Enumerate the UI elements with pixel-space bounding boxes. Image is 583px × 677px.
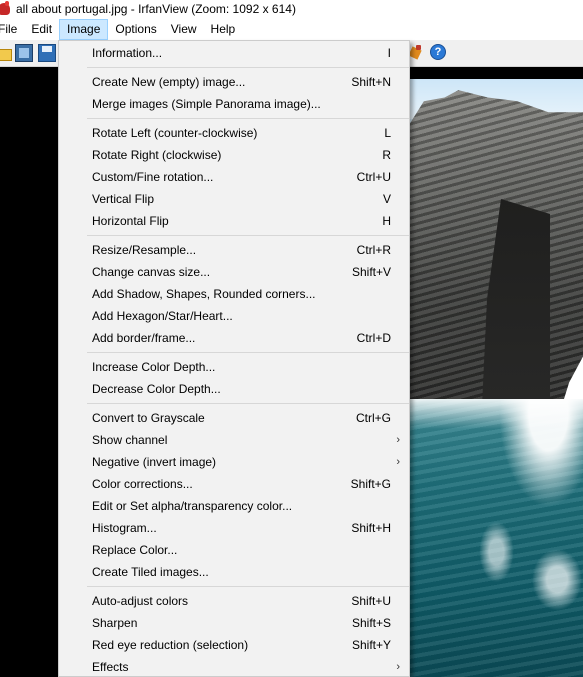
menu-item-shortcut: Shift+S (351, 616, 391, 630)
menu-item-shortcut: Ctrl+D (356, 331, 391, 345)
menu-item-shortcut: Ctrl+G (355, 411, 391, 425)
menu-item-label: Change canvas size... (92, 265, 211, 279)
submenu-arrow-icon: › (396, 434, 400, 446)
menu-edit[interactable]: Edit (24, 19, 59, 40)
menu-item-label: Red eye reduction (selection) (92, 638, 249, 652)
menu-separator (87, 403, 409, 404)
menu-item-decrease-color-depth[interactable]: Decrease Color Depth... (59, 378, 409, 400)
image-menu-dropdown: Information... I Create New (empty) image.… (58, 40, 410, 677)
menu-bar: File Edit Image Options View Help (0, 19, 583, 40)
menu-separator (87, 67, 409, 68)
menu-item-label: Edit or Set alpha/transparency color... (92, 499, 293, 513)
menu-item-label: Add Hexagon/Star/Heart... (92, 309, 233, 323)
menu-item-sharpen[interactable]: Sharpen Shift+S (59, 612, 409, 634)
menu-item-shortcut: I (387, 46, 391, 60)
menu-item-shortcut: H (382, 214, 391, 228)
photo-foam (410, 399, 583, 429)
menu-item-label: Auto-adjust colors (92, 594, 189, 608)
open-folder-icon[interactable] (0, 44, 12, 62)
menu-item-change-canvas-size[interactable]: Change canvas size... Shift+V (59, 261, 409, 283)
menu-item-label: Sharpen (92, 616, 138, 630)
menu-image[interactable]: Image (59, 19, 109, 40)
menu-item-label: Convert to Grayscale (92, 411, 205, 425)
menu-item-horizontal-flip[interactable]: Horizontal Flip H (59, 210, 409, 232)
menu-item-shortcut: Shift+U (351, 594, 391, 608)
menu-item-custom-fine-rotation[interactable]: Custom/Fine rotation... Ctrl+U (59, 166, 409, 188)
menu-help[interactable]: Help (204, 19, 243, 40)
menu-item-shortcut: L (384, 126, 391, 140)
menu-item-shortcut: R (382, 148, 391, 162)
help-icon[interactable]: ? (430, 44, 446, 60)
menu-item-shortcut: Shift+Y (351, 638, 391, 652)
menu-item-convert-to-grayscale[interactable]: Convert to Grayscale Ctrl+G (59, 407, 409, 429)
menu-separator (87, 352, 409, 353)
menu-item-shortcut: V (382, 192, 391, 206)
menu-item-label: Histogram... (92, 521, 157, 535)
menu-item-label: Show channel (92, 433, 168, 447)
paint-icon[interactable] (408, 45, 422, 60)
title-bar: all about portugal.jpg - IrfanView (Zoom… (0, 0, 583, 18)
menu-item-show-channel[interactable]: Show channel › (59, 429, 409, 451)
save-disk-icon[interactable] (38, 44, 56, 62)
submenu-arrow-icon: › (396, 661, 400, 673)
menu-item-shortcut: Ctrl+U (356, 170, 391, 184)
menu-item-label: Effects (92, 660, 129, 674)
menu-item-vertical-flip[interactable]: Vertical Flip V (59, 188, 409, 210)
menu-file[interactable]: File (0, 19, 24, 40)
slideshow-film-icon[interactable] (15, 44, 33, 62)
menu-item-label: Merge images (Simple Panorama image)... (92, 97, 321, 111)
menu-item-shortcut: Shift+N (351, 75, 391, 89)
menu-item-label: Horizontal Flip (92, 214, 169, 228)
photo-sea (410, 399, 583, 677)
menu-item-resize-resample[interactable]: Resize/Resample... Ctrl+R (59, 239, 409, 261)
menu-item-label: Add border/frame... (92, 331, 196, 345)
menu-item-label: Color corrections... (92, 477, 193, 491)
menu-item-label: Custom/Fine rotation... (92, 170, 214, 184)
menu-item-label: Create Tiled images... (92, 565, 209, 579)
menu-separator (87, 586, 409, 587)
menu-view[interactable]: View (164, 19, 204, 40)
menu-item-information[interactable]: Information... I (59, 42, 409, 64)
menu-item-label: Resize/Resample... (92, 243, 197, 257)
menu-item-merge-images-simple-panorama-image[interactable]: Merge images (Simple Panorama image)... (59, 93, 409, 115)
menu-item-replace-color[interactable]: Replace Color... (59, 539, 409, 561)
menu-options[interactable]: Options (108, 19, 163, 40)
menu-item-add-shadow-shapes-rounded-corners[interactable]: Add Shadow, Shapes, Rounded corners... (59, 283, 409, 305)
menu-item-negative-invert-image[interactable]: Negative (invert image) › (59, 451, 409, 473)
menu-item-effects[interactable]: Effects › (59, 656, 409, 676)
menu-separator (87, 118, 409, 119)
menu-item-shortcut: Shift+G (350, 477, 391, 491)
photo-cliff-and-sea (410, 79, 583, 677)
menu-item-label: Add Shadow, Shapes, Rounded corners... (92, 287, 316, 301)
menu-item-edit-or-set-alpha-transparency-color[interactable]: Edit or Set alpha/transparency color... (59, 495, 409, 517)
menu-item-rotate-right-clockwise[interactable]: Rotate Right (clockwise) R (59, 144, 409, 166)
menu-item-increase-color-depth[interactable]: Increase Color Depth... (59, 356, 409, 378)
menu-item-add-border-frame[interactable]: Add border/frame... Ctrl+D (59, 327, 409, 349)
menu-item-create-tiled-images[interactable]: Create Tiled images... (59, 561, 409, 583)
menu-item-add-hexagon-star-heart[interactable]: Add Hexagon/Star/Heart... (59, 305, 409, 327)
menu-item-create-new-empty-image[interactable]: Create New (empty) image... Shift+N (59, 71, 409, 93)
menu-item-label: Replace Color... (92, 543, 178, 557)
menu-item-label: Create New (empty) image... (92, 75, 246, 89)
menu-item-label: Rotate Left (counter-clockwise) (92, 126, 258, 140)
menu-item-label: Increase Color Depth... (92, 360, 216, 374)
menu-item-rotate-left-counter-clockwise[interactable]: Rotate Left (counter-clockwise) L (59, 122, 409, 144)
menu-item-label: Vertical Flip (92, 192, 155, 206)
submenu-arrow-icon: › (396, 456, 400, 468)
menu-item-label: Information... (92, 46, 163, 60)
irfanview-app-icon[interactable] (0, 1, 10, 15)
menu-item-label: Rotate Right (clockwise) (92, 148, 222, 162)
menu-item-red-eye-reduction-selection[interactable]: Red eye reduction (selection) Shift+Y (59, 634, 409, 656)
menu-item-label: Negative (invert image) (92, 455, 217, 469)
menu-item-shortcut: Shift+H (351, 521, 391, 535)
menu-item-shortcut: Shift+V (351, 265, 391, 279)
menu-item-label: Decrease Color Depth... (92, 382, 221, 396)
menu-separator (87, 235, 409, 236)
menu-item-histogram[interactable]: Histogram... Shift+H (59, 517, 409, 539)
menu-item-shortcut: Ctrl+R (356, 243, 391, 257)
menu-item-auto-adjust-colors[interactable]: Auto-adjust colors Shift+U (59, 590, 409, 612)
menu-item-color-corrections[interactable]: Color corrections... Shift+G (59, 473, 409, 495)
window-title: all about portugal.jpg - IrfanView (Zoom… (16, 2, 296, 16)
